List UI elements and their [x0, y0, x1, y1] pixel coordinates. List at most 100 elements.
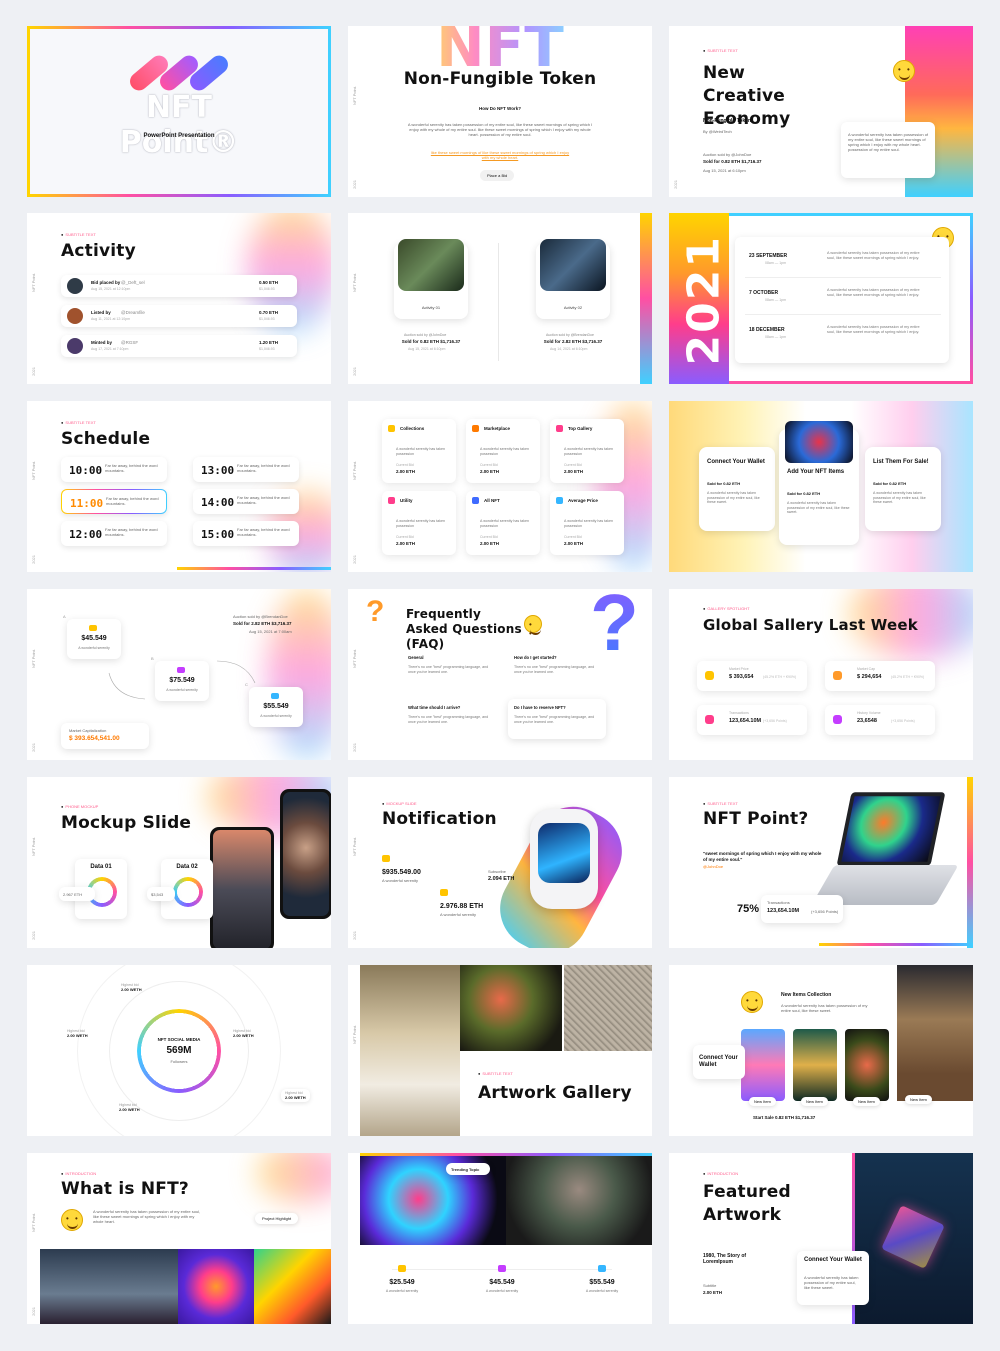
- event-time: 08am — 1pm: [765, 335, 787, 339]
- new-item-pill[interactable]: New Item: [749, 1097, 776, 1106]
- stat-card[interactable]: Market Cap $ 294,654 (45.2% ETH + €90%): [825, 661, 935, 691]
- sold-line: Sold for 0.82 ETH $1,716.37: [703, 159, 762, 164]
- category-card[interactable]: Top Gallery A wonderful serenity has take…: [550, 419, 624, 483]
- ethereum-art-image: [40, 1249, 178, 1324]
- page-title: Mockup Slide: [61, 813, 192, 833]
- value: 123,654.10M: [767, 908, 800, 914]
- new-item-pill[interactable]: New Item: [905, 1095, 932, 1104]
- faq-question[interactable]: Do I have to reserve NFT?: [514, 705, 566, 710]
- slide-events-2021[interactable]: 2021 23 SEPTEMBER 08am — 1pm A wonderful s…: [669, 213, 973, 384]
- activity-card[interactable]: Activity 01: [394, 239, 468, 319]
- flow-node[interactable]: $75.549 A wonderful serenity: [155, 661, 209, 701]
- slide-creative-economy[interactable]: 2021 SUBTITLE TEXT New Creative Economy …: [669, 26, 973, 197]
- schedule-item[interactable]: 14:00 Far far away, behind the word mount…: [193, 489, 299, 514]
- stat-card[interactable]: Market Price $ 393,654 (45.2% ETH + €90%): [697, 661, 807, 691]
- category-text: A wonderful serenity has taken possessio…: [480, 447, 529, 456]
- stat-card[interactable]: Transactions 123,654.10M (+3,656 Points): [697, 705, 807, 735]
- data-label: Data 01: [90, 864, 112, 870]
- stat-value: $45.549: [489, 1279, 515, 1286]
- connect-wallet-card[interactable]: Connect Your Wallet A wonderful serenity…: [797, 1251, 869, 1305]
- step-card[interactable]: Add Your NFT Items Sold for 0.82 ETH A won…: [779, 421, 859, 545]
- activity-row[interactable]: Bid placed by @_Deft_sel Aug 15, 2021 at 1…: [61, 275, 297, 297]
- slide-featured-artwork[interactable]: INTRODUCTION Featured Artwork 1980, The …: [669, 1153, 973, 1324]
- project-highlight-button[interactable]: Project Highlight: [255, 1213, 299, 1224]
- flow-node[interactable]: $45.549 A wonderful serenity: [67, 619, 121, 659]
- slide-schedule[interactable]: NFT Point. 2021 SUBTITLE TEXT Schedule 1…: [27, 401, 331, 572]
- category-card[interactable]: All NFT A wonderful serenity has taken po…: [466, 491, 540, 555]
- stat-label: Market Cap: [857, 667, 876, 671]
- activity-card[interactable]: Activity 02: [536, 239, 610, 319]
- category-card[interactable]: Marketplace A wonderful serenity has take…: [466, 419, 540, 483]
- new-item-pill[interactable]: New Item: [853, 1097, 880, 1106]
- vertical-label: NFT Point.: [352, 649, 357, 669]
- slide-what-is-nft[interactable]: NFT Point. 2021 INTRODUCTION What is NFT…: [27, 1153, 331, 1324]
- bid-label: Highest bid 2.00 WETH: [233, 1029, 254, 1038]
- stat-card[interactable]: History Volume 23,6548 (+3,656 Points): [825, 705, 935, 735]
- slide-notification[interactable]: NFT Point. 2021 MOCKUP SLIDE Notificatio…: [348, 777, 652, 948]
- stat-icon: [498, 1265, 506, 1272]
- schedule-item[interactable]: 10:00 Far far away, behind the word mount…: [61, 457, 167, 482]
- activity-row[interactable]: Minted by @RGSF Aug 17, 2021 at 7:10pm 1.20…: [61, 335, 297, 357]
- quote-author: @JohnDoe: [703, 864, 724, 869]
- category-card[interactable]: Utility A wonderful serenity has taken po…: [382, 491, 456, 555]
- step-title: Add Your NFT Items: [787, 469, 845, 475]
- highlight-text: like these sweet mornings of like these …: [430, 150, 570, 160]
- faq-answer: There's no one "best" programming langua…: [408, 665, 489, 674]
- slide-flow[interactable]: NFT Point. 2021 Auction sold by @Brendan…: [27, 589, 331, 760]
- category-text: A wonderful serenity has taken possessio…: [564, 447, 613, 456]
- avatar: [67, 278, 83, 294]
- new-item-pill[interactable]: New Item: [801, 1097, 828, 1106]
- schedule-item[interactable]: 11:00 Far far away, behind the word mount…: [61, 489, 167, 514]
- faq-answer: There's no one "best" programming langua…: [514, 715, 595, 724]
- category-card[interactable]: Collections A wonderful serenity has take…: [382, 419, 456, 483]
- category-value: 2.00 ETH: [480, 541, 500, 546]
- stat-icon: [705, 671, 714, 680]
- slide-activity-cards[interactable]: NFT Point. 2021 Activity 01 Auction sold …: [348, 213, 652, 384]
- frida-art-image: [506, 1153, 652, 1245]
- slide-mockup[interactable]: NFT Point. 2021 PHONE MOCKUP Mockup Slid…: [27, 777, 331, 948]
- schedule-desc: Far far away, behind the word mountains.: [106, 496, 159, 506]
- faq-question[interactable]: General: [408, 655, 424, 660]
- vertical-label: NFT Point.: [352, 1025, 357, 1045]
- schedule-item[interactable]: 12:00 Far far away, behind the word mount…: [61, 521, 167, 546]
- category-card[interactable]: Average Price A wonderful serenity has ta…: [550, 491, 624, 555]
- subtitle-text: PowerPoint Presentation: [143, 133, 215, 139]
- slide-title[interactable]: NFT Point® PowerPoint Presentation: [27, 26, 331, 197]
- page-title: Global Sallery Last Week: [703, 616, 918, 634]
- statue-image: [897, 965, 973, 1101]
- place-bid-button[interactable]: Place a Bid: [480, 170, 515, 181]
- category-text: A wonderful serenity has taken possessio…: [396, 519, 445, 528]
- slide-global-sallery[interactable]: GALLERY SPOTLIGHT Global Sallery Last We…: [669, 589, 973, 760]
- event-text: A wonderful serenity has taken possessio…: [827, 288, 920, 297]
- connect-wallet-card[interactable]: Connect Your Wallet: [693, 1045, 745, 1079]
- flow-node[interactable]: $55.549 A wonderful serenity: [249, 687, 303, 727]
- bid-value: 2.00 WETH: [119, 1107, 140, 1112]
- trending-label: Trending Topic: [451, 1167, 480, 1172]
- vertical-label: NFT Point.: [31, 1213, 36, 1233]
- page-title: Non-Fungible Token: [403, 69, 597, 89]
- stat-icon: [705, 715, 714, 724]
- vertical-label: NFT Point.: [31, 273, 36, 293]
- data-label: Data 02: [176, 864, 198, 870]
- slide-nft-token[interactable]: NFT Point. 2021 NFT Non-Fungible Token H…: [348, 26, 652, 197]
- step-title: List Them For Sale!: [873, 459, 929, 465]
- slide-faq[interactable]: NFT Point. 2021 ? ? Frequently Asked Que…: [348, 589, 652, 760]
- faq-question[interactable]: What time should I arrive?: [408, 705, 460, 710]
- step-card[interactable]: Connect Your Wallet Sold for 0.82 ETH A wo…: [699, 447, 775, 531]
- slide-trending[interactable]: Trending Topic $25.549 A wonderful sereni…: [348, 1153, 652, 1324]
- schedule-desc: Far far away, behind the word mountains.: [105, 463, 158, 473]
- activity-row[interactable]: Listed by @Dreamfile Aug 11, 2021 at 12:10…: [61, 305, 297, 327]
- slide-nft-point-question[interactable]: SUBTITLE TEXT NFT Point? "sweet mornings…: [669, 777, 973, 948]
- category-icon: [388, 425, 395, 432]
- bid-value: 2.00 WETH: [67, 1033, 88, 1038]
- slide-new-items[interactable]: New Items Collection A wonderful serenit…: [669, 965, 973, 1136]
- faq-question[interactable]: How do I get started?: [514, 655, 557, 660]
- step-card[interactable]: List Them For Sale! Sold for 0.82 ETH A wo…: [865, 447, 941, 531]
- schedule-item[interactable]: 13:00 Far far away, behind the word mount…: [193, 457, 299, 482]
- schedule-item[interactable]: 15:00 Far far away, behind the word mount…: [193, 521, 299, 546]
- slide-artwork-gallery[interactable]: NFT Point. SUBTITLE TEXT Artwork Gallery: [348, 965, 652, 1136]
- slide-steps[interactable]: Connect Your Wallet Sold for 0.82 ETH A wo…: [669, 401, 973, 572]
- slide-category-cards[interactable]: NFT Point. 2021 Collections A wonderful s…: [348, 401, 652, 572]
- slide-social-media[interactable]: NFT SOCIAL MEDIA 569M Followers Highest …: [27, 965, 331, 1136]
- slide-activity[interactable]: NFT Point. 2021 SUBTITLE TEXT Activity B…: [27, 213, 331, 384]
